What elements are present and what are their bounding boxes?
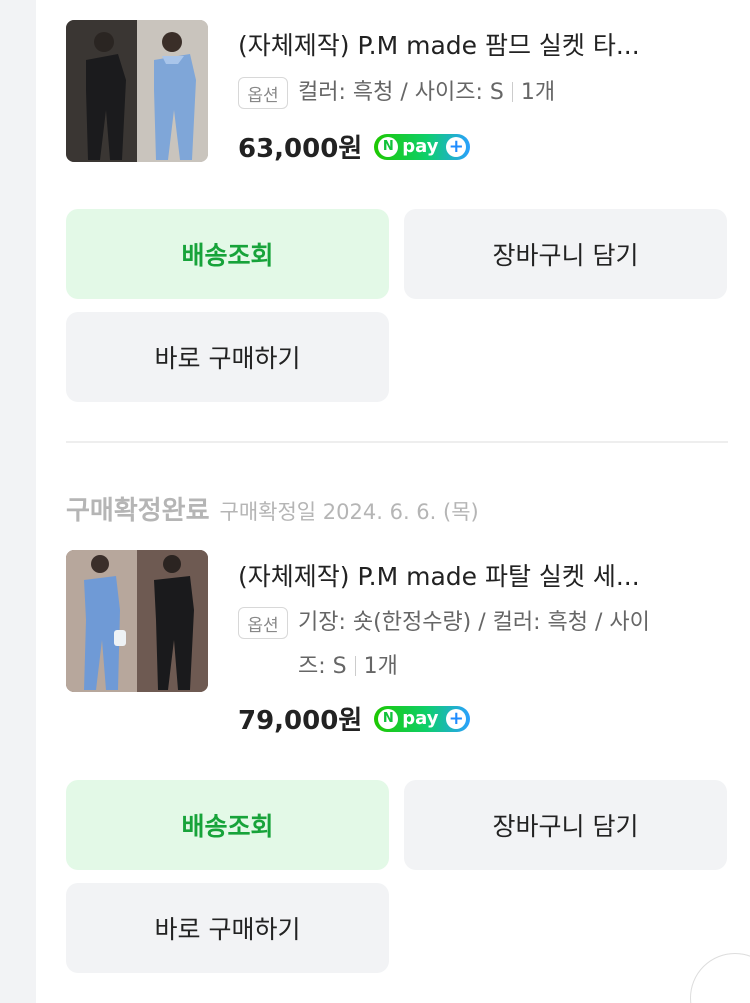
- product-thumbnail[interactable]: [66, 550, 208, 692]
- order-list-panel: (자체제작) P.M made 팜므 실켓 타... 옵션 컬러: 흑청 / 사…: [36, 0, 750, 1003]
- floating-circle-button[interactable]: [690, 953, 750, 1003]
- npay-n-icon: N: [378, 708, 399, 729]
- product-thumbnail[interactable]: [66, 20, 208, 162]
- buy-now-button[interactable]: 바로 구매하기: [66, 312, 389, 402]
- product-price: 79,000원: [238, 706, 363, 736]
- option-quantity: 1개: [520, 80, 556, 105]
- product-price: 63,000원: [238, 134, 363, 164]
- track-delivery-button[interactable]: 배송조회: [66, 780, 389, 870]
- option-text: 컬러: 흑청 / 사이즈: S 1개: [298, 76, 555, 110]
- npay-plus-badge: N pay +: [374, 133, 471, 160]
- option-separator: [354, 656, 356, 676]
- option-badge: 옵션: [238, 607, 288, 639]
- option-badge: 옵션: [238, 77, 288, 109]
- buy-now-button[interactable]: 바로 구매하기: [66, 883, 389, 973]
- npay-label: pay: [402, 136, 439, 157]
- price-row: 63,000원 N pay +: [238, 128, 471, 165]
- option-quantity: 1개: [363, 654, 398, 679]
- confirm-date: 구매확정일 2024. 6. 6. (목): [219, 500, 479, 524]
- add-to-cart-button[interactable]: 장바구니 담기: [404, 780, 727, 870]
- plus-icon: +: [446, 136, 467, 157]
- option-detail-line2: 즈: S: [298, 654, 347, 679]
- product-title[interactable]: (자체제작) P.M made 파탈 실켓 세...: [238, 557, 718, 593]
- order-status-label: 구매확정완료: [66, 496, 210, 526]
- npay-label: pay: [402, 708, 439, 729]
- order-divider: [66, 441, 728, 443]
- order-status-row: 구매확정완료 구매확정일 2024. 6. 6. (목): [66, 490, 479, 527]
- price-row: 79,000원 N pay +: [238, 700, 471, 737]
- option-detail-line1: 기장: 숏(한정수량) / 컬러: 흑청 / 사이: [298, 610, 650, 635]
- plus-icon: +: [446, 708, 467, 729]
- npay-plus-badge: N pay +: [374, 705, 471, 732]
- track-delivery-button[interactable]: 배송조회: [66, 209, 389, 299]
- option-separator: [511, 82, 513, 102]
- npay-n-icon: N: [378, 136, 399, 157]
- option-detail-line2-wrap: 즈: S 1개: [298, 650, 738, 684]
- option-detail: 컬러: 흑청 / 사이즈: S: [298, 80, 504, 105]
- option-text: 기장: 숏(한정수량) / 컬러: 흑청 / 사이 즈: S 1개: [298, 606, 738, 684]
- product-title[interactable]: (자체제작) P.M made 팜므 실켓 타...: [238, 26, 718, 62]
- add-to-cart-button[interactable]: 장바구니 담기: [404, 209, 727, 299]
